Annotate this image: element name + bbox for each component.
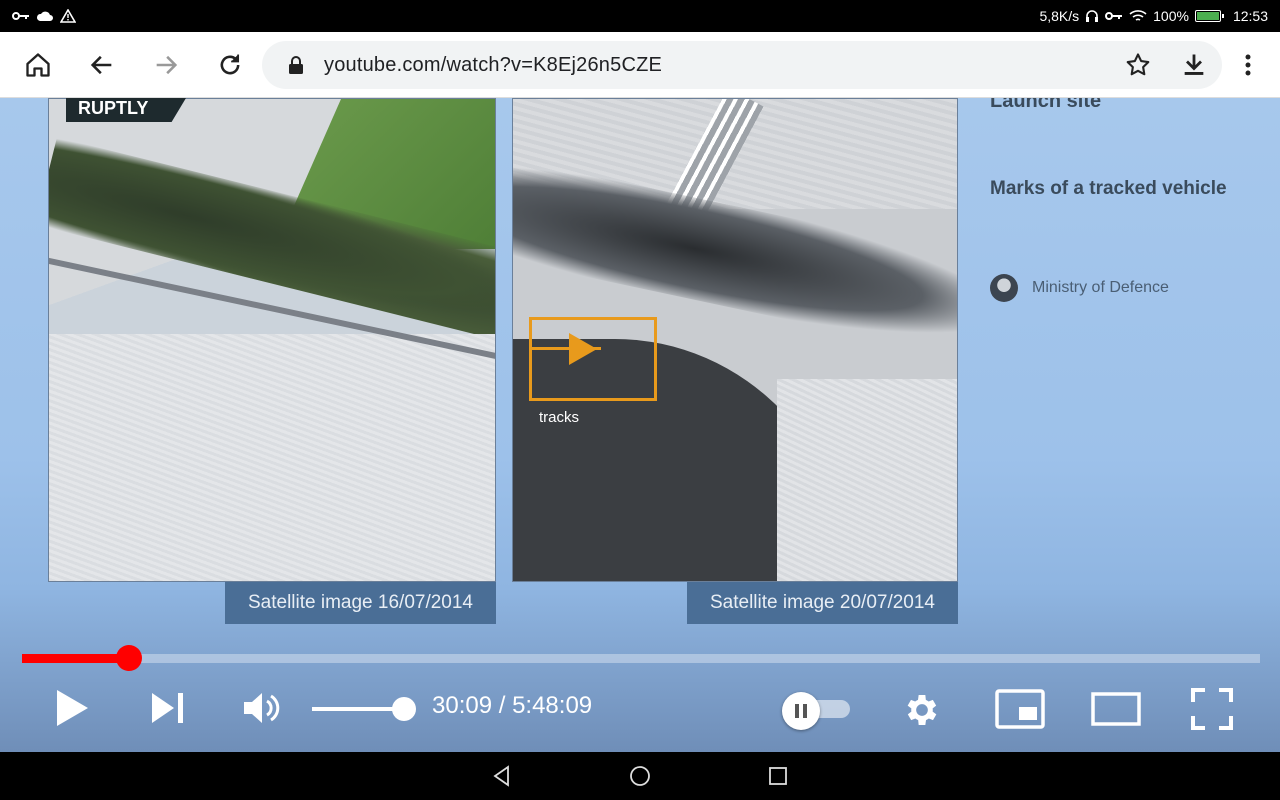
theater-icon: [1091, 692, 1141, 726]
play-button[interactable]: [50, 686, 94, 730]
progress-fill: [22, 654, 130, 663]
home-button[interactable]: [6, 32, 70, 98]
watermark: RUPTLY: [66, 98, 186, 122]
side-title: Launch site: [990, 98, 1102, 112]
satellite-image-left: [48, 98, 496, 582]
fullscreen-button[interactable]: [1190, 688, 1234, 730]
net-speed: 5,8K/s: [1039, 8, 1080, 24]
side-subtitle: Marks of a tracked vehicle: [990, 178, 1227, 199]
reload-button[interactable]: [198, 32, 262, 98]
star-icon: [1126, 53, 1150, 76]
cloud-icon: [36, 11, 53, 21]
status-left: [12, 9, 76, 23]
browser-toolbar: youtube.com/watch?v=K8Ej26n5CZE: [0, 32, 1280, 98]
autoplay-knob: [782, 692, 820, 730]
vpn-key-icon: [1105, 12, 1123, 20]
play-icon: [57, 690, 88, 726]
system-nav-bar: [0, 752, 1280, 800]
snow-field: [49, 334, 495, 581]
status-bar: 5,8K/s 100% 12:53: [0, 0, 1280, 32]
lock-icon: [289, 56, 303, 74]
volume-knob[interactable]: [392, 697, 416, 721]
url-actions: [1110, 41, 1222, 89]
reload-icon: [220, 54, 240, 74]
battery-icon: [1194, 10, 1224, 22]
autoplay-toggle[interactable]: [782, 692, 852, 730]
progress-bar[interactable]: [22, 645, 1260, 671]
light-field: [777, 379, 957, 581]
caption-right: Satellite image 20/07/2014: [687, 582, 958, 624]
more-vert-icon: [1245, 54, 1251, 76]
nav-home-button[interactable]: [626, 762, 654, 790]
arrow-right-icon: [156, 55, 178, 74]
volume-button[interactable]: [240, 688, 284, 728]
pause-icon: [795, 704, 807, 718]
headphones-icon: [1086, 10, 1099, 22]
battery-percent: 100%: [1153, 8, 1189, 24]
time-display: 30:09 / 5:48:09: [432, 692, 593, 719]
warning-icon: [60, 9, 76, 23]
gear-icon: [907, 695, 937, 725]
progress-scrubber[interactable]: [116, 645, 143, 671]
nav-recents-button[interactable]: [764, 762, 792, 790]
back-button[interactable]: [70, 32, 134, 98]
menu-button[interactable]: [1224, 32, 1272, 98]
bookmark-button[interactable]: [1110, 41, 1166, 89]
square-recents-icon: [769, 767, 787, 785]
home-icon: [26, 52, 50, 77]
battery-level: [1196, 12, 1219, 20]
clock: 12:53: [1232, 8, 1268, 24]
settings-button[interactable]: [900, 688, 944, 732]
avatar: [990, 274, 1018, 302]
key-icon: [12, 12, 29, 20]
triangle-back-icon: [493, 765, 509, 787]
circle-home-icon: [630, 766, 650, 786]
nav-back-button[interactable]: [488, 762, 516, 790]
caption-left: Satellite image 16/07/2014: [225, 582, 496, 624]
miniplayer-icon: [995, 689, 1045, 729]
arrow-left-icon: [90, 55, 112, 74]
fullscreen-icon: [1191, 688, 1233, 730]
volume-slider[interactable]: [312, 697, 416, 721]
next-button[interactable]: [146, 688, 190, 728]
wifi-icon: [1129, 10, 1147, 21]
arrow-right-icon: [569, 333, 597, 365]
tracks-label: tracks: [539, 409, 580, 426]
volume-icon: [244, 693, 280, 723]
forward-button[interactable]: [134, 32, 198, 98]
video-player[interactable]: RUPTLY tracks Satellite image 16/07/2014…: [0, 98, 1280, 752]
theater-mode-button[interactable]: [1090, 690, 1142, 728]
address-bar[interactable]: youtube.com/watch?v=K8Ej26n5CZE: [262, 41, 1222, 89]
miniplayer-button[interactable]: [994, 688, 1046, 730]
satellite-image-right: tracks: [512, 98, 958, 582]
status-right: 5,8K/s 100% 12:53: [1039, 8, 1268, 24]
skip-next-icon: [152, 693, 183, 723]
source-credit: Ministry of Defence: [990, 274, 1169, 302]
download-button[interactable]: [1166, 41, 1222, 89]
source-name: Ministry of Defence: [1032, 279, 1169, 296]
url-text[interactable]: youtube.com/watch?v=K8Ej26n5CZE: [324, 54, 662, 77]
download-icon: [1184, 54, 1204, 75]
